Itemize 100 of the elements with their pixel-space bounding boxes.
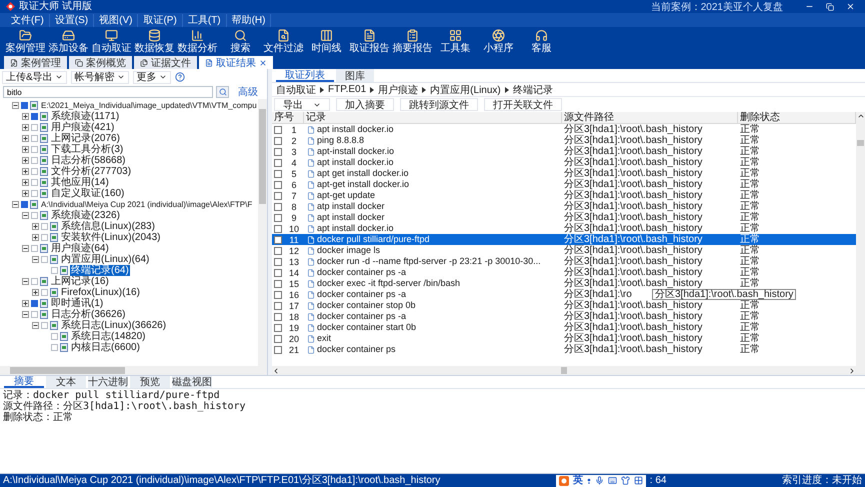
- expand-toggle[interactable]: [22, 113, 29, 120]
- tree-item[interactable]: 用户痕迹(64): [50, 243, 110, 254]
- row-checkbox[interactable]: [274, 258, 282, 266]
- tree-item[interactable]: 安装软件(Linux)(2043): [60, 232, 162, 243]
- tree-checkbox[interactable]: [41, 289, 48, 296]
- scrollbar[interactable]: [258, 99, 267, 366]
- expand-toggle[interactable]: [22, 157, 29, 164]
- toolbar-button[interactable]: 摘要报告: [391, 27, 434, 55]
- expand-toggle[interactable]: [22, 245, 29, 252]
- detail-tab[interactable]: 预览: [130, 376, 170, 388]
- expand-toggle[interactable]: [32, 256, 39, 263]
- row-checkbox[interactable]: [274, 126, 282, 134]
- tree-item[interactable]: Firefox(Linux)(16): [60, 287, 141, 298]
- tree-item[interactable]: 内核日志(6600): [70, 342, 141, 353]
- tree-checkbox[interactable]: [51, 267, 58, 274]
- dropdown-button[interactable]: 更多: [132, 70, 171, 84]
- row-checkbox[interactable]: [274, 280, 282, 288]
- document-tab[interactable]: 案例概览: [69, 56, 132, 69]
- row-checkbox[interactable]: [274, 246, 282, 254]
- tree-checkbox[interactable]: [31, 124, 38, 131]
- export-button[interactable]: 导出: [274, 98, 330, 111]
- scroll-thumb[interactable]: [10, 367, 125, 374]
- expand-toggle[interactable]: [22, 278, 29, 285]
- detail-tab[interactable]: 文本: [46, 376, 86, 388]
- row-checkbox[interactable]: [274, 312, 282, 320]
- expand-toggle[interactable]: [22, 179, 29, 186]
- tree-checkbox[interactable]: [21, 102, 28, 109]
- tree-item[interactable]: 系统日志(Linux)(36626): [60, 320, 168, 331]
- action-button[interactable]: 跳转到源文件: [400, 98, 478, 111]
- grid-icon[interactable]: [634, 476, 643, 485]
- toolbar-button[interactable]: 数据分析: [176, 27, 219, 55]
- document-tab[interactable]: 案例管理: [4, 56, 67, 69]
- toolbar-button[interactable]: 时间线: [305, 27, 348, 55]
- row-checkbox[interactable]: [274, 236, 282, 244]
- tree-checkbox[interactable]: [31, 135, 38, 142]
- tree-item[interactable]: 即时通讯(1): [50, 298, 104, 309]
- tree-item[interactable]: 文件分析(277703): [50, 166, 132, 177]
- scroll-up-icon[interactable]: [856, 112, 864, 120]
- detail-tab[interactable]: 磁盘视图: [172, 376, 212, 388]
- tree-item[interactable]: 系统信息(Linux)(283): [60, 221, 156, 232]
- tree-checkbox[interactable]: [51, 333, 58, 340]
- tree-checkbox[interactable]: [41, 223, 48, 230]
- scroll-thumb[interactable]: [857, 140, 864, 146]
- tree-checkbox[interactable]: [31, 190, 38, 197]
- expand-toggle[interactable]: [12, 102, 19, 109]
- row-checkbox[interactable]: [274, 202, 282, 210]
- row-checkbox[interactable]: [274, 334, 282, 342]
- microphone-icon[interactable]: [594, 476, 604, 485]
- row-checkbox[interactable]: [274, 192, 282, 200]
- tree-item[interactable]: 日志分析(58668): [50, 155, 126, 166]
- tree-item[interactable]: 系统日志(14820): [70, 331, 146, 342]
- column-header[interactable]: 序号: [272, 112, 304, 123]
- row-checkbox[interactable]: [274, 148, 282, 156]
- shirt-icon[interactable]: [620, 476, 630, 485]
- scrollbar[interactable]: [856, 112, 865, 375]
- expand-toggle[interactable]: [32, 322, 39, 329]
- tree-item[interactable]: 上网记录(2076): [50, 133, 121, 144]
- expand-toggle[interactable]: [12, 201, 19, 208]
- tree-item[interactable]: 终端记录(64): [70, 265, 130, 276]
- tree-checkbox[interactable]: [31, 311, 38, 318]
- tree-item[interactable]: 内置应用(Linux)(64): [60, 254, 150, 265]
- dropdown-button[interactable]: 帐号解密: [70, 70, 129, 84]
- row-checkbox[interactable]: [274, 136, 282, 144]
- row-checkbox[interactable]: [274, 214, 282, 222]
- search-button[interactable]: [216, 86, 229, 98]
- toolbar-button[interactable]: 添加设备: [47, 27, 90, 55]
- row-checkbox[interactable]: [274, 158, 282, 166]
- expand-toggle[interactable]: [32, 234, 39, 241]
- expand-toggle[interactable]: [22, 135, 29, 142]
- action-button[interactable]: 打开关联文件: [484, 98, 562, 111]
- tree-item[interactable]: 下载工具分析(3): [50, 144, 124, 155]
- tree-checkbox[interactable]: [31, 212, 38, 219]
- breadcrumb-item[interactable]: 终端记录: [512, 82, 553, 96]
- breadcrumb-item[interactable]: FTP.E01: [328, 84, 366, 95]
- dropdown-button[interactable]: 上传&导出: [2, 70, 67, 84]
- tree-checkbox[interactable]: [51, 344, 58, 351]
- close-icon[interactable]: [259, 58, 267, 66]
- scrollbar[interactable]: [0, 366, 267, 375]
- tree-checkbox[interactable]: [31, 179, 38, 186]
- breadcrumb-item[interactable]: 用户痕迹: [378, 82, 418, 96]
- document-tab[interactable]: 证据文件: [134, 56, 197, 69]
- table-row[interactable]: 11 docker pull stilliard/pure-ftpd 分区3[hda1]:\root\.bash_history 正常: [272, 234, 856, 245]
- tree-item[interactable]: 其他应用(14): [50, 177, 110, 188]
- breadcrumb-item[interactable]: 自动取证: [276, 82, 316, 96]
- tree-checkbox[interactable]: [41, 256, 48, 263]
- input-method-bar[interactable]: 英: [556, 474, 646, 486]
- expand-toggle[interactable]: [22, 168, 29, 175]
- tree-item[interactable]: 系统痕迹(2326): [50, 210, 121, 221]
- tree-item[interactable]: 上网记录(16): [50, 276, 110, 287]
- scroll-thumb[interactable]: [259, 109, 266, 204]
- expand-toggle[interactable]: [32, 289, 39, 296]
- tree-item[interactable]: 系统痕迹(1171): [50, 111, 120, 122]
- view-tab[interactable]: 图库: [336, 69, 374, 82]
- expand-toggle[interactable]: [22, 300, 29, 307]
- tree-checkbox[interactable]: [31, 300, 38, 307]
- detail-tab[interactable]: 十六进制: [88, 376, 128, 388]
- row-checkbox[interactable]: [274, 224, 282, 232]
- row-checkbox[interactable]: [274, 290, 282, 298]
- breadcrumb-item[interactable]: 内置应用(Linux): [430, 82, 501, 96]
- advanced-link[interactable]: 高级: [238, 85, 258, 99]
